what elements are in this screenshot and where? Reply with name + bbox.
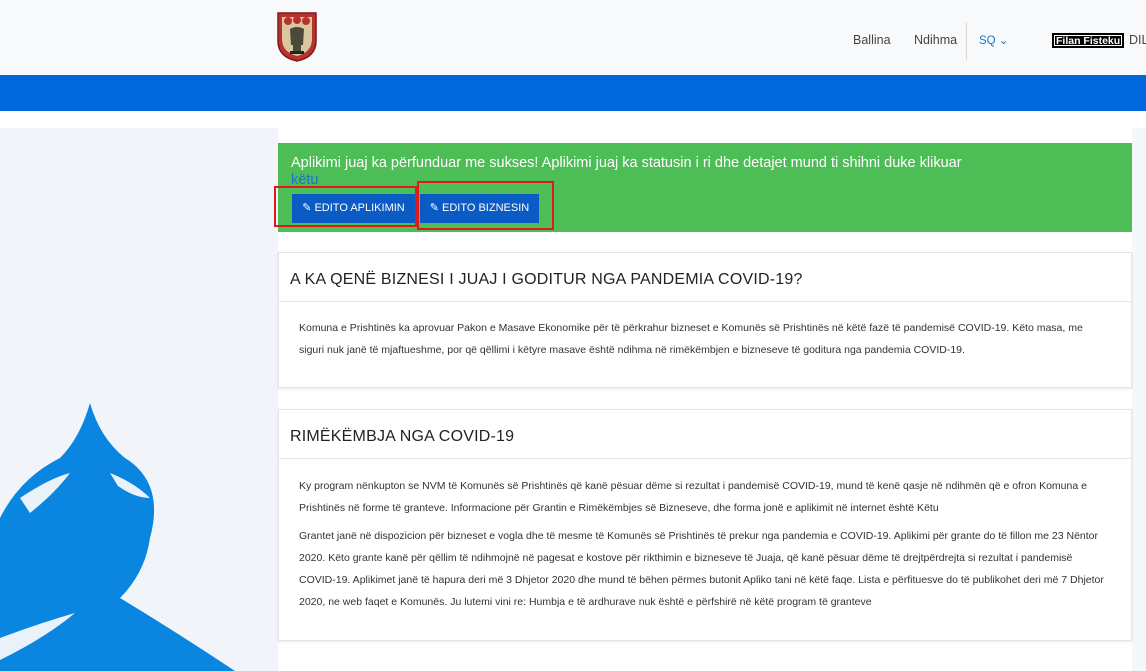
- card-title: A KA QENË BIZNESI I JUAJ I GODITUR NGA P…: [290, 271, 803, 288]
- card-paragraph-2: Grantet janë në dispozicion për bizneset…: [299, 530, 1104, 608]
- header-blue-band: [0, 75, 1146, 111]
- highlight-box-edit-application: [274, 186, 417, 227]
- nav-home-link[interactable]: Ballina: [853, 33, 891, 47]
- card-body-text: Komuna e Prishtinës ka aprovuar Pakon e …: [299, 322, 1083, 356]
- logout-link[interactable]: DIL: [1129, 33, 1146, 47]
- right-gutter: [1132, 128, 1146, 671]
- nav-divider: [966, 22, 967, 60]
- municipality-logo[interactable]: [276, 11, 318, 63]
- card-divider: [279, 458, 1131, 459]
- card-divider: [279, 301, 1131, 302]
- person-silhouette-icon: [0, 403, 235, 671]
- nav-help-link[interactable]: Ndihma: [914, 33, 957, 47]
- card-body: Ky program nënkupton se NVM të Komunës s…: [299, 475, 1111, 613]
- success-message: Aplikimi juaj ka përfunduar me sukses! A…: [291, 155, 981, 189]
- highlight-box-edit-business: [417, 181, 554, 230]
- card-title: RIMËKËMBJA NGA COVID-19: [290, 428, 515, 445]
- top-navbar: Ballina Ndihma SQ ⌄ Filan Fisteku DIL: [0, 0, 1146, 75]
- covid-recovery-card: RIMËKËMBJA NGA COVID-19 Ky program nënku…: [278, 409, 1132, 641]
- covid-impact-card: A KA QENË BIZNESI I JUAJ I GODITUR NGA P…: [278, 252, 1132, 388]
- card-paragraph-1: Ky program nënkupton se NVM të Komunës s…: [299, 480, 1087, 514]
- language-dropdown[interactable]: SQ ⌄: [979, 33, 1008, 47]
- user-name-badge[interactable]: Filan Fisteku: [1052, 33, 1125, 48]
- success-message-text: Aplikimi juaj ka përfunduar me sukses! A…: [291, 155, 962, 171]
